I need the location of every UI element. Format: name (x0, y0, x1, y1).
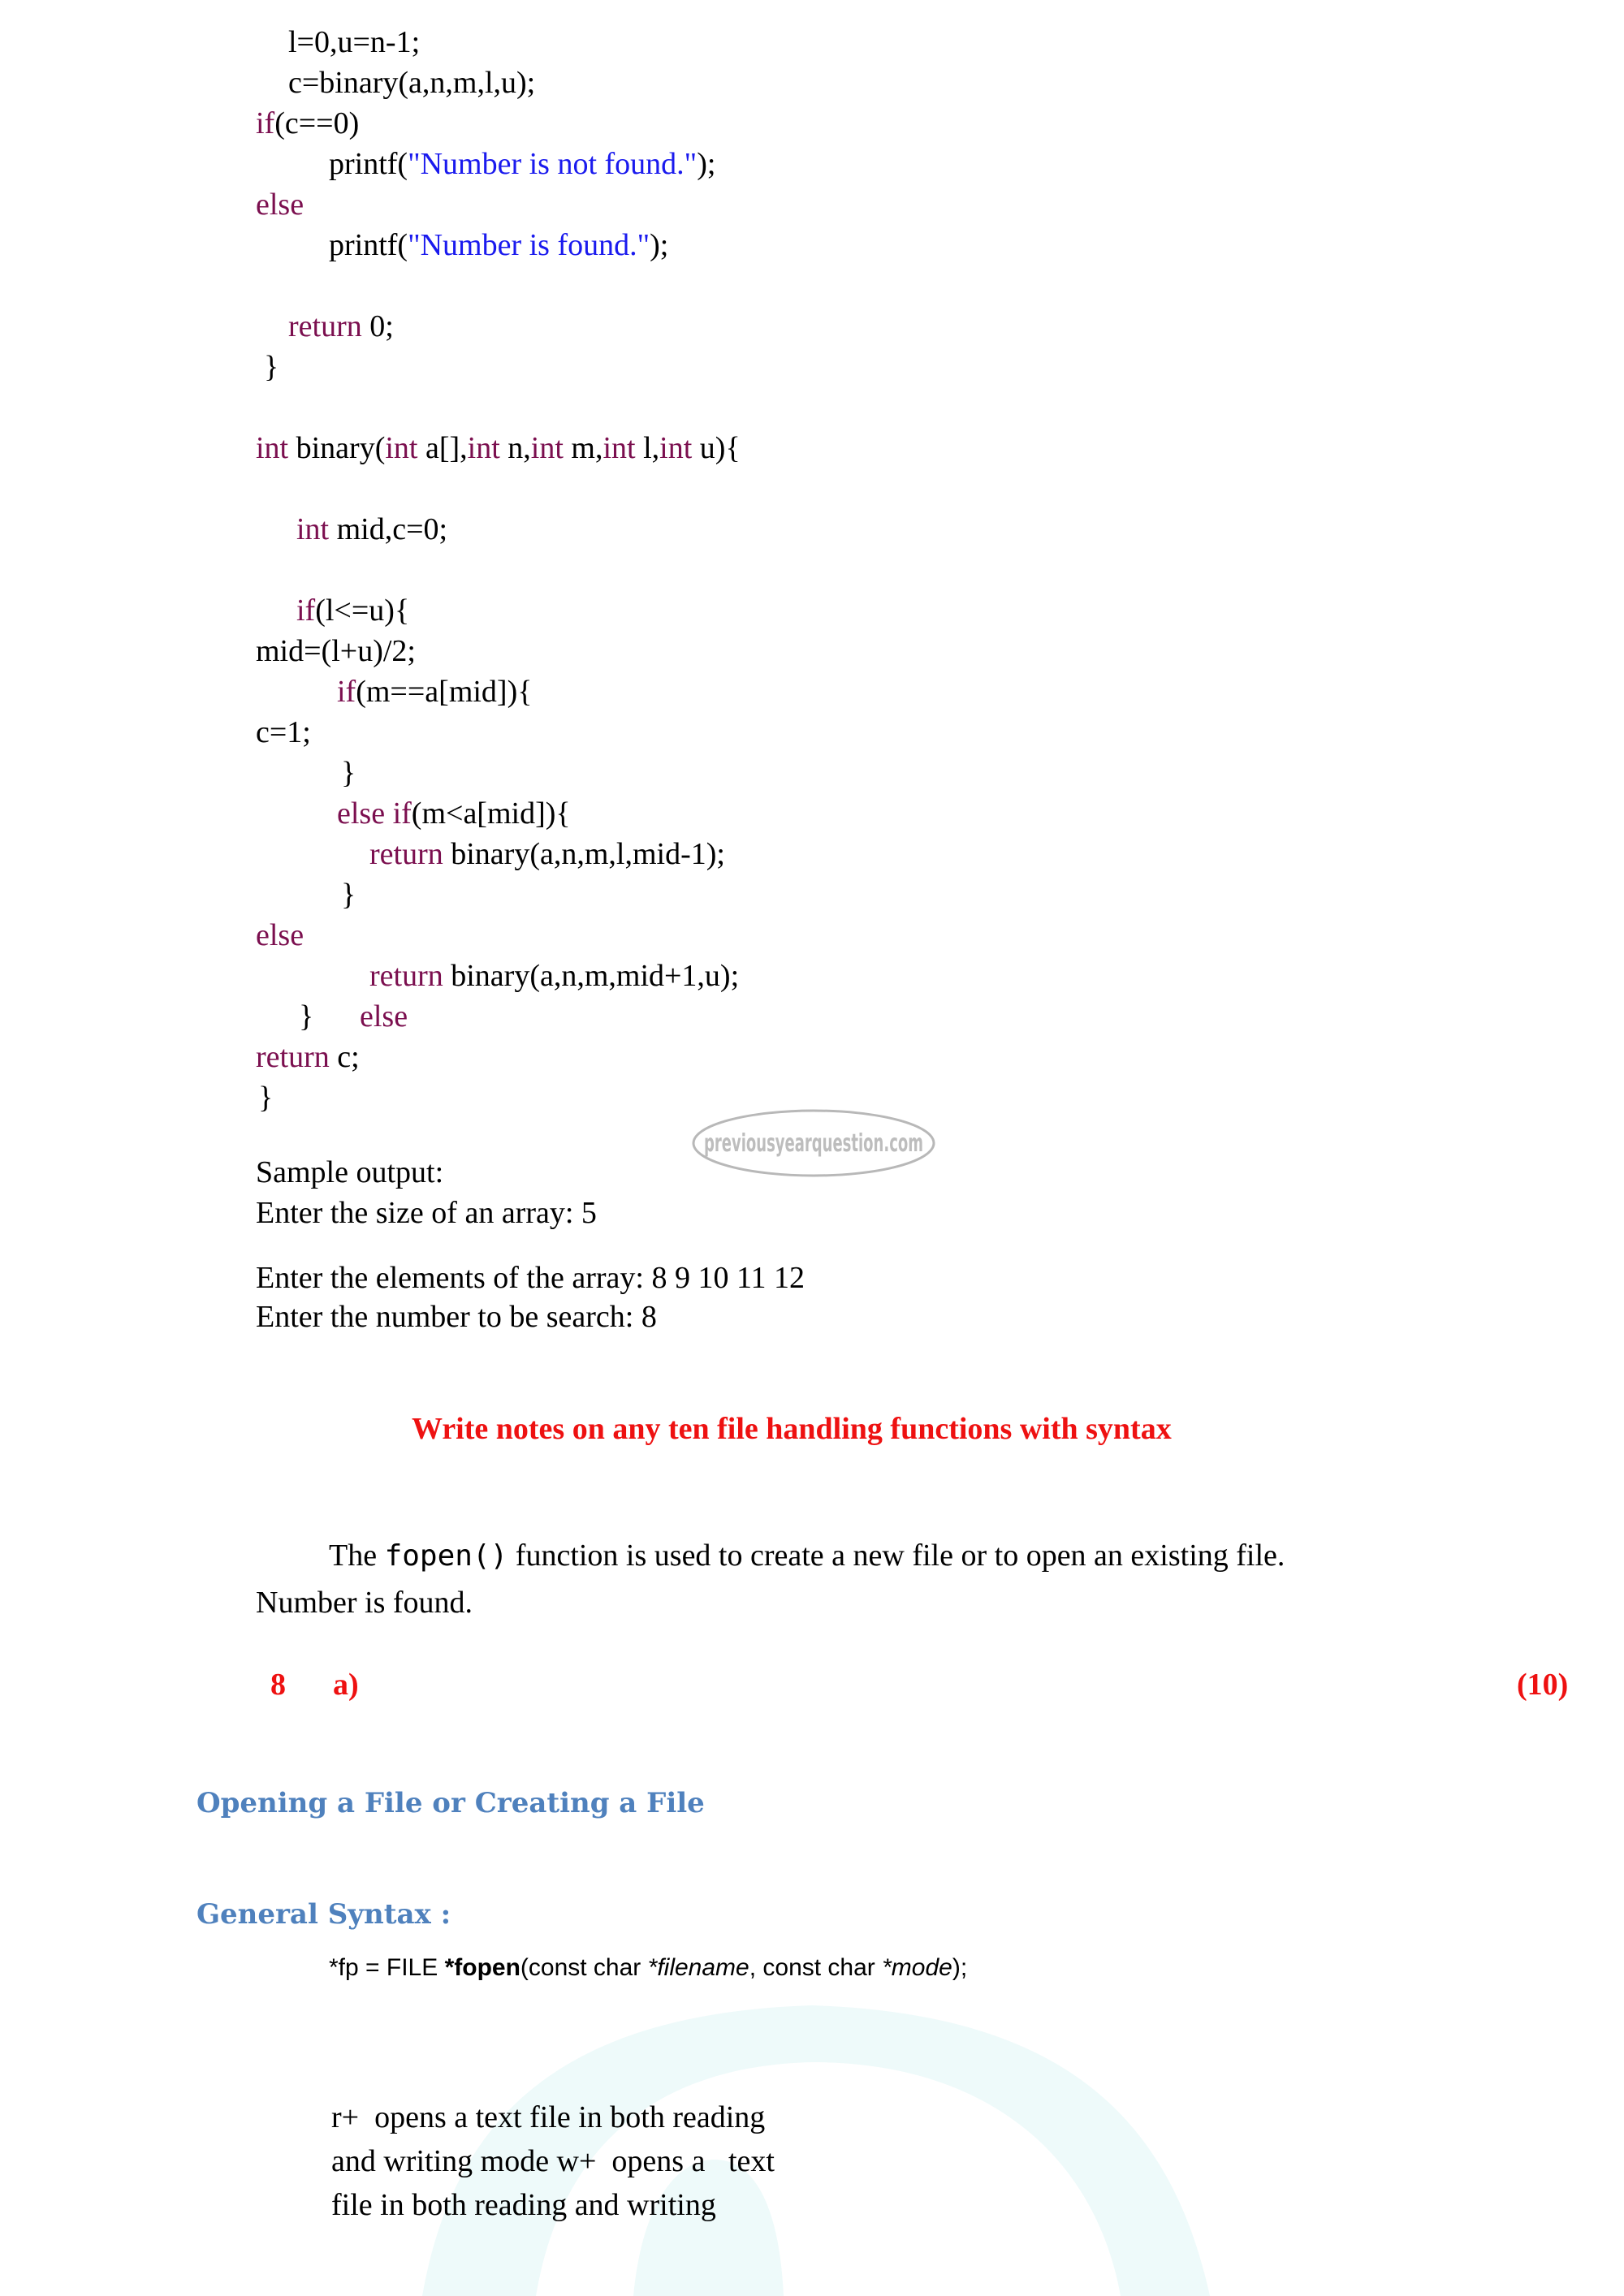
code-line: return 0; (288, 309, 394, 343)
code-line: else (256, 187, 304, 222)
code-line: else if(m<a[mid]){ (337, 796, 571, 831)
keyword: if (256, 106, 275, 140)
section-heading: Opening a File or Creating a File (197, 1787, 705, 1819)
string-literal: "Number is not found." (408, 147, 698, 181)
question-marks: (10) (1517, 1668, 1569, 1702)
code-line: if(l<=u){ (296, 593, 410, 628)
syntax-line: *fp = FILE *fopen(const char *filename, … (329, 1954, 968, 1981)
modes-line: and writing mode w+ opens a text (331, 2144, 775, 2178)
code-line: } (258, 1081, 274, 1115)
code-line: c=binary(a,n,m,l,u); (288, 66, 536, 100)
code-line: int mid,c=0; (296, 512, 448, 546)
keyword: else (256, 188, 304, 222)
sample-output-heading: Sample output: (256, 1155, 444, 1189)
section-heading: General Syntax : (197, 1898, 451, 1931)
code-line: else (360, 999, 408, 1034)
body-text: Number is found. (256, 1586, 473, 1620)
code-line: return binary(a,n,m,mid+1,u); (369, 959, 740, 993)
code-line: } (341, 756, 356, 790)
code-line: return binary(a,n,m,l,mid-1); (369, 837, 725, 871)
question-number: 8 (270, 1668, 286, 1702)
code-line: c=1; (256, 715, 311, 749)
sample-output-line: Enter the number to be search: 8 (256, 1300, 657, 1334)
modes-line: file in both reading and writing (331, 2188, 716, 2222)
question-part: a) (333, 1668, 359, 1702)
code-line: l=0,u=n-1; (288, 25, 421, 59)
code-line: if(c==0) (256, 106, 360, 140)
sample-output-line: Enter the elements of the array: 8 9 10 … (256, 1261, 806, 1295)
function-signature: int binary(int a[],int n,int m,int l,int… (256, 431, 741, 465)
code-line: } (264, 350, 279, 384)
code-line: if(m==a[mid]){ (337, 675, 533, 709)
code-line: mid=(l+u)/2; (256, 634, 416, 668)
keyword: return (288, 309, 362, 343)
fopen-description: The fopen() function is used to create a… (329, 1539, 1285, 1573)
code-line: printf("Number is found."); (329, 228, 669, 262)
code-line: } (299, 999, 314, 1034)
modes-line: r+ opens a text file in both reading (331, 2100, 766, 2134)
question-title: Write notes on any ten file handling fun… (412, 1412, 1172, 1446)
code-line: return c; (256, 1040, 360, 1074)
watermark-logo-text: previousyearquestion.com (704, 1129, 923, 1158)
watermark-logo-icon: previousyearquestion.com (692, 1109, 935, 1177)
inline-code: fopen() (384, 1539, 508, 1573)
string-literal: "Number is found." (408, 228, 650, 262)
code-line: } (341, 878, 356, 912)
document-page: l=0,u=n-1; c=binary(a,n,m,l,u); if(c==0)… (0, 0, 1624, 2296)
code-line: printf("Number is not found."); (329, 147, 716, 181)
sample-output-line: Enter the size of an array: 5 (256, 1196, 597, 1230)
code-line: else (256, 918, 304, 952)
